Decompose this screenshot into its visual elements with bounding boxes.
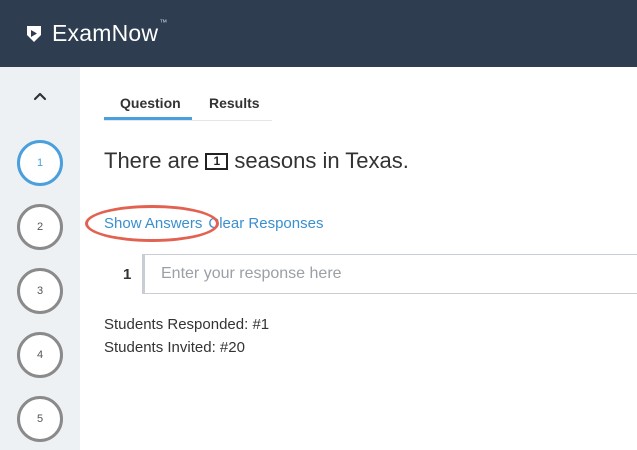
tab-results[interactable]: Results bbox=[209, 95, 260, 111]
question-prefix: There are bbox=[104, 148, 200, 173]
answer-actions: Show Answers Clear Responses bbox=[104, 215, 323, 232]
question-nav-3[interactable]: 3 bbox=[17, 268, 63, 314]
response-stats: Students Responded: #1 Students Invited:… bbox=[104, 313, 269, 359]
question-nav-5[interactable]: 5 bbox=[17, 396, 63, 442]
tab-question[interactable]: Question bbox=[120, 95, 181, 111]
clear-responses-link[interactable]: Clear Responses bbox=[208, 215, 323, 232]
question-sidebar: 1 2 3 4 5 bbox=[0, 67, 80, 450]
students-responded: Students Responded: #1 bbox=[104, 316, 270, 333]
examnow-logo-icon bbox=[24, 24, 44, 44]
chevron-up-icon[interactable] bbox=[30, 89, 50, 103]
response-number: 1 bbox=[123, 266, 132, 283]
app-header: ExamNow™ bbox=[0, 0, 637, 67]
trademark-mark: ™ bbox=[159, 18, 168, 27]
question-suffix: seasons in Texas. bbox=[234, 148, 409, 173]
question-nav-2[interactable]: 2 bbox=[17, 204, 63, 250]
response-input[interactable] bbox=[142, 254, 637, 294]
show-answers-link[interactable]: Show Answers bbox=[104, 215, 202, 232]
brand-name[interactable]: ExamNow™ bbox=[52, 18, 168, 47]
blank-marker: 1 bbox=[205, 152, 229, 170]
tab-bar: Question Results bbox=[104, 86, 272, 121]
question-text: There are 1 seasons in Texas. bbox=[104, 148, 409, 174]
question-nav-1[interactable]: 1 bbox=[17, 140, 63, 186]
question-nav-4[interactable]: 4 bbox=[17, 332, 63, 378]
students-invited: Students Invited: #20 bbox=[104, 339, 245, 356]
active-tab-indicator bbox=[104, 117, 192, 120]
